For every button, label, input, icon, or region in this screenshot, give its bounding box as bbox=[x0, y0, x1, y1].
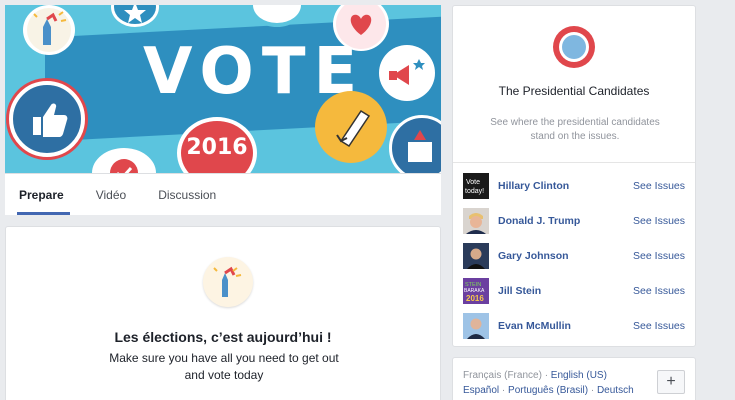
language-link-portugues[interactable]: Português (Brasil) bbox=[508, 385, 588, 396]
more-languages-button[interactable]: + bbox=[657, 370, 685, 394]
see-issues-link[interactable]: See Issues bbox=[633, 180, 685, 192]
left-column: VOTE 2016 Prepare Vidéo Discussion bbox=[5, 5, 441, 215]
megaphone-badge-icon bbox=[379, 45, 435, 101]
election-description: Make sure you have all you need to get o… bbox=[66, 350, 382, 384]
candidate-name[interactable]: Donald J. Trump bbox=[498, 215, 580, 227]
language-selector: Français (France) · English (US) Español… bbox=[452, 357, 696, 400]
right-column: The Presidential Candidates See where th… bbox=[452, 5, 696, 347]
language-link-english[interactable]: English (US) bbox=[551, 370, 607, 381]
language-row-2: Español · Português (Brasil) · Deutsch bbox=[463, 385, 634, 396]
trump-photo[interactable] bbox=[463, 207, 489, 234]
svg-text:today!: today! bbox=[465, 188, 484, 195]
election-heading: Les élections, c’est aujourd’hui ! bbox=[114, 329, 332, 345]
see-issues-link[interactable]: See Issues bbox=[633, 215, 685, 227]
candidate-row-trump: Donald J. Trump See Issues bbox=[453, 203, 695, 238]
clinton-photo[interactable]: Vote today! bbox=[463, 172, 489, 199]
johnson-photo[interactable] bbox=[463, 242, 489, 269]
candidate-row-mcmullin: Evan McMullin See Issues bbox=[453, 308, 695, 343]
tab-discussion[interactable]: Discussion bbox=[156, 174, 232, 215]
ballot-box-badge-icon bbox=[389, 115, 441, 173]
election-day-card: Les élections, c’est aujourd’hui ! Make … bbox=[5, 226, 441, 400]
language-row-1: Français (France) · English (US) bbox=[463, 370, 607, 381]
candidate-name[interactable]: Gary Johnson bbox=[498, 250, 569, 262]
language-current: Français (France) bbox=[463, 370, 542, 381]
tab-bar: Prepare Vidéo Discussion bbox=[5, 173, 441, 215]
candidate-row-johnson: Gary Johnson See Issues bbox=[453, 238, 695, 273]
candidate-name[interactable]: Jill Stein bbox=[498, 285, 541, 297]
star-badge-icon bbox=[111, 5, 159, 27]
candidate-row-clinton: Vote today! Hillary Clinton See Issues bbox=[453, 168, 695, 203]
candidates-subtitle-line-2: stand on the issues. bbox=[530, 131, 620, 142]
svg-text:2016: 2016 bbox=[466, 294, 484, 303]
tab-prepare[interactable]: Prepare bbox=[17, 174, 80, 215]
svg-text:Vote: Vote bbox=[466, 179, 480, 186]
candidates-group-icon bbox=[553, 26, 595, 68]
mcmullin-photo[interactable] bbox=[463, 312, 489, 339]
year-2016-text: 2016 bbox=[186, 135, 248, 160]
check-badge-icon bbox=[87, 143, 161, 173]
raised-hand-icon bbox=[203, 257, 253, 307]
candidates-group-icon-center bbox=[562, 35, 586, 59]
language-link-deutsch[interactable]: Deutsch bbox=[597, 385, 634, 396]
election-line-2: and vote today bbox=[184, 368, 264, 382]
candidates-title: The Presidential Candidates bbox=[498, 84, 650, 98]
election-line-1: Make sure you have all you need to get o… bbox=[109, 351, 339, 365]
raised-hand-badge-icon bbox=[23, 5, 75, 55]
language-link-espanol[interactable]: Español bbox=[463, 385, 499, 396]
see-issues-link[interactable]: See Issues bbox=[633, 285, 685, 297]
divider bbox=[453, 162, 695, 163]
candidates-subtitle: See where the presidential candidates st… bbox=[473, 116, 677, 144]
thumbs-up-badge-icon bbox=[9, 81, 85, 157]
candidate-row-stein: STEIN BARAKA 2016 Jill Stein See Issues bbox=[453, 273, 695, 308]
see-issues-link[interactable]: See Issues bbox=[633, 250, 685, 262]
see-issues-link[interactable]: See Issues bbox=[633, 320, 685, 332]
stein-photo[interactable]: STEIN BARAKA 2016 bbox=[463, 277, 489, 304]
candidates-subtitle-line-1: See where the presidential candidates bbox=[490, 117, 660, 128]
candidate-list: Vote today! Hillary Clinton See Issues D… bbox=[453, 168, 695, 343]
candidate-name[interactable]: Evan McMullin bbox=[498, 320, 571, 332]
tab-video[interactable]: Vidéo bbox=[94, 174, 142, 215]
candidates-panel: The Presidential Candidates See where th… bbox=[452, 5, 696, 347]
pencil-badge-icon bbox=[315, 91, 387, 163]
candidate-name[interactable]: Hillary Clinton bbox=[498, 180, 569, 192]
vote-banner: VOTE 2016 bbox=[5, 5, 441, 173]
